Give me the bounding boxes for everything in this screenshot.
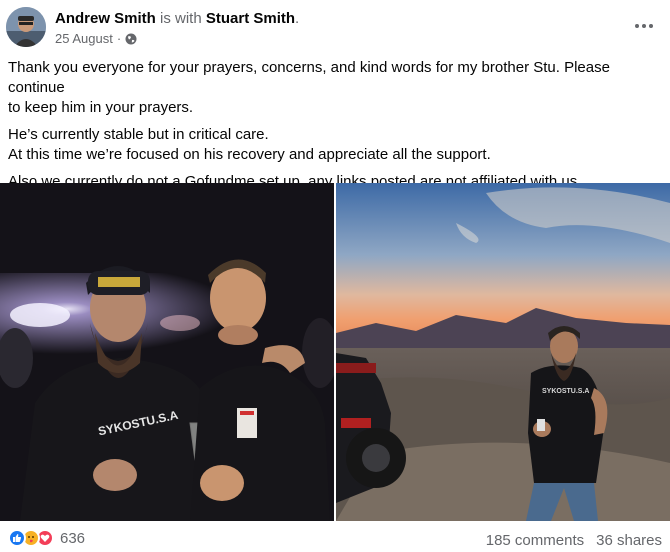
author-name[interactable]: Andrew Smith bbox=[55, 10, 156, 27]
more-dot-icon bbox=[642, 24, 646, 28]
globe-icon[interactable] bbox=[125, 33, 137, 45]
with-text: is with bbox=[155, 10, 206, 27]
post-body: Thank you everyone for your prayers, con… bbox=[8, 58, 664, 199]
post-footer: 636 185 comments 36 shares bbox=[0, 522, 670, 552]
shares-count[interactable]: 36 shares bbox=[596, 532, 662, 549]
more-dot-icon bbox=[649, 24, 653, 28]
more-dot-icon bbox=[635, 24, 639, 28]
post-line: Thank you everyone for your prayers, con… bbox=[8, 59, 610, 96]
right-shirt-text: SYKOSTU.S.A bbox=[542, 388, 589, 395]
tagged-person-name[interactable]: Stuart Smith bbox=[206, 10, 295, 27]
author-avatar[interactable] bbox=[6, 7, 46, 47]
photo-man-desert-sunset[interactable]: SYKOSTU.S.A bbox=[336, 183, 670, 521]
post-header: Andrew Smith is with Stuart Smith. 25 Au… bbox=[0, 0, 670, 52]
post-date[interactable]: 25 August bbox=[55, 31, 113, 47]
post-line: He’s currently stable but in critical ca… bbox=[8, 126, 269, 143]
reaction-count: 636 bbox=[60, 529, 86, 547]
post-paragraph-2: He’s currently stable but in critical ca… bbox=[8, 125, 664, 165]
comments-count[interactable]: 185 comments bbox=[486, 532, 584, 549]
post-paragraph-1: Thank you everyone for your prayers, con… bbox=[8, 58, 664, 118]
post-stats: 185 comments 36 shares bbox=[486, 532, 662, 549]
author-line: Andrew Smith is with Stuart Smith. bbox=[55, 10, 299, 28]
post-meta: 25 August · bbox=[55, 31, 137, 47]
post-line: to keep him in your prayers. bbox=[8, 99, 194, 116]
meta-separator: · bbox=[116, 31, 122, 46]
reactions-summary[interactable]: 636 bbox=[8, 529, 85, 547]
post-line: At this time we’re focused on his recove… bbox=[8, 146, 491, 163]
like-icon bbox=[8, 529, 26, 547]
more-options-button[interactable] bbox=[630, 14, 658, 38]
photo-two-men-night[interactable]: SYKOSTU.S.A bbox=[0, 183, 334, 521]
author-line-suffix: . bbox=[295, 10, 300, 27]
